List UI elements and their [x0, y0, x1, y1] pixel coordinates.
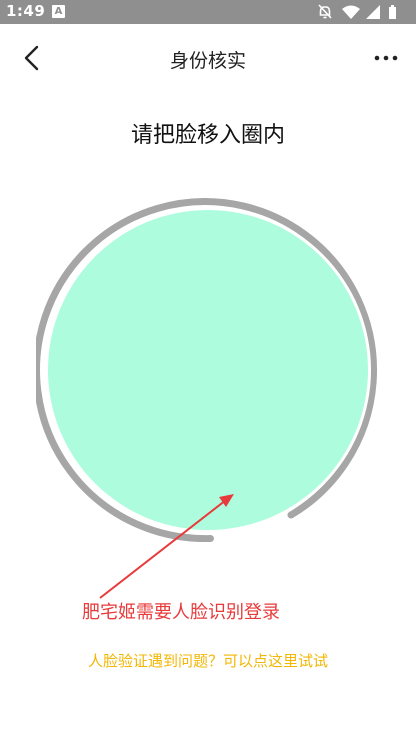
- instruction-text: 请把脸移入圈内: [130, 123, 285, 148]
- signal-icon: [366, 5, 380, 19]
- face-verification-screen: 1:49 A 身份核实 请把脸移入圈内 肥宅姬需要人脸识别登录 人脸验证遇到问题…: [0, 0, 416, 741]
- status-bar: 1:49 A: [0, 0, 416, 24]
- wifi-icon: [342, 5, 360, 19]
- app-header: 身份核实: [0, 24, 416, 92]
- help-link[interactable]: 人脸验证遇到问题？可以点这里试试: [0, 650, 416, 671]
- page-title: 身份核实: [169, 50, 246, 72]
- battery-icon: [389, 5, 396, 19]
- app-indicator-icon: A: [52, 5, 65, 18]
- face-preview-circle: [48, 210, 368, 530]
- status-time: 1:49: [6, 2, 46, 20]
- annotation-text: 肥宅姬需要人脸识别登录: [82, 602, 280, 623]
- status-icons: [318, 4, 410, 20]
- more-horizontal-icon: [374, 55, 398, 61]
- notifications-off-icon: [318, 4, 332, 19]
- face-capture-frame: [36, 198, 377, 542]
- more-button[interactable]: [372, 44, 400, 72]
